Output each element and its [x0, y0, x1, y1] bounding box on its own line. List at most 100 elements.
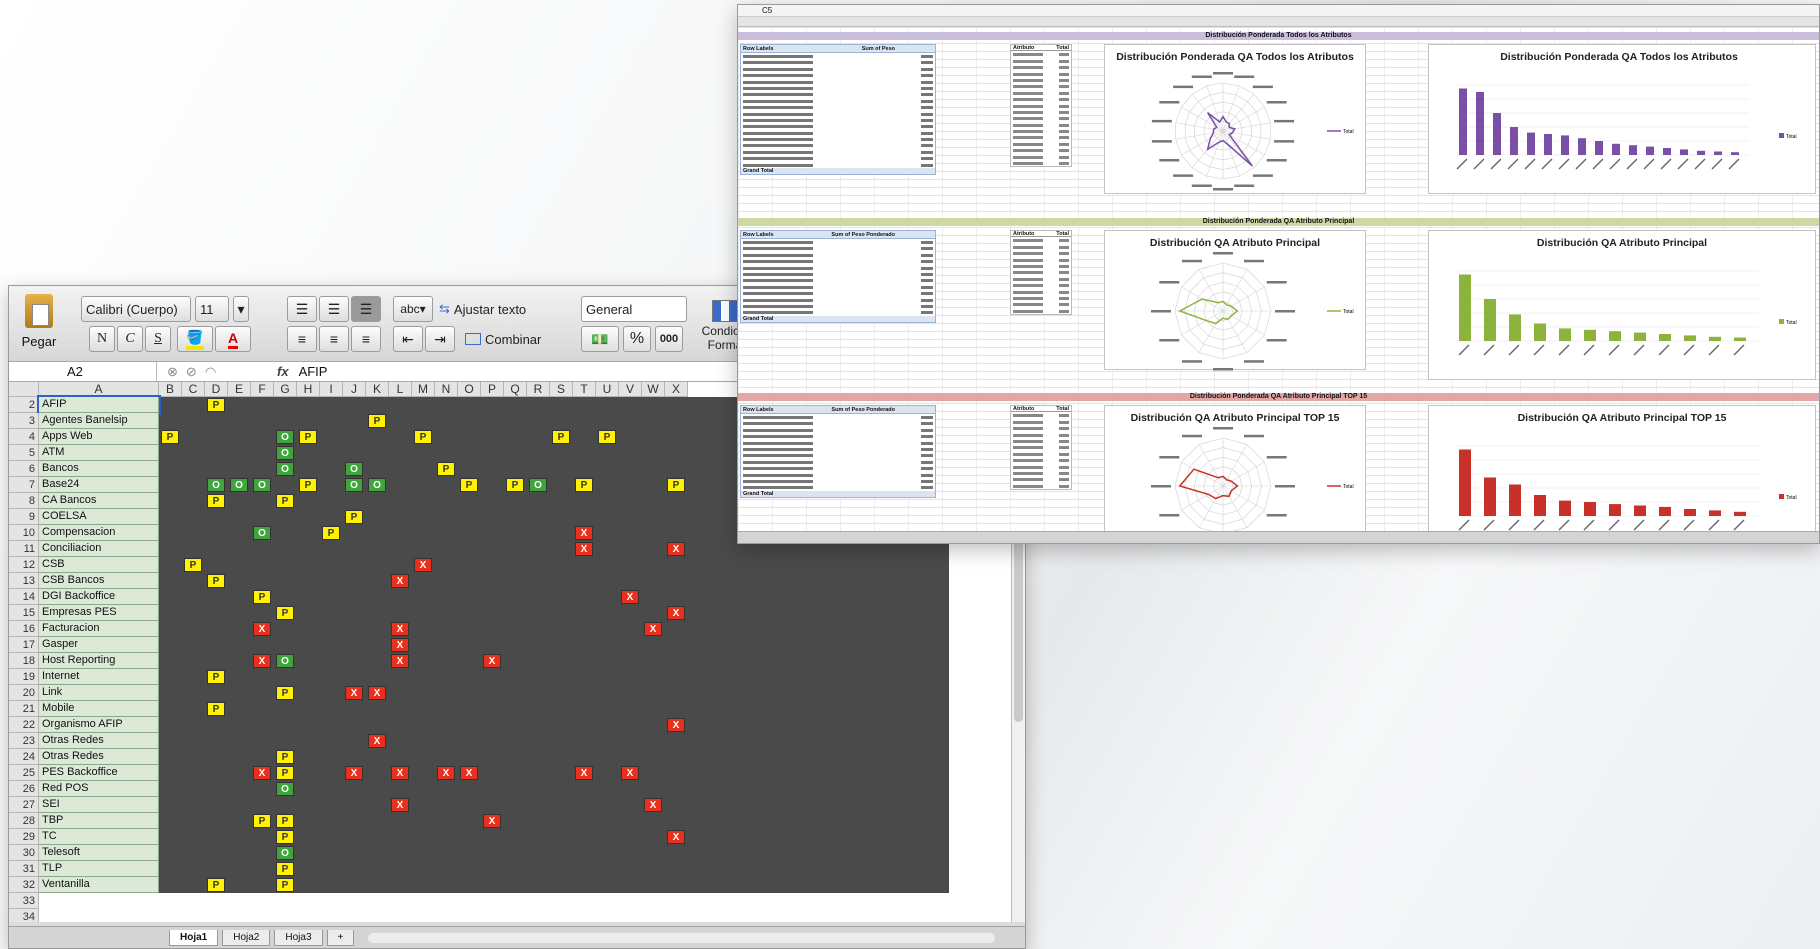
status-mark-cell[interactable]: X: [621, 766, 639, 780]
row-label-cell[interactable]: TC: [39, 829, 159, 845]
row-header[interactable]: 24: [9, 749, 39, 765]
status-mark-cell[interactable]: X: [368, 686, 386, 700]
row-header[interactable]: 19: [9, 669, 39, 685]
radar-chart[interactable]: Distribución QA Atributo Principal Total: [1104, 230, 1366, 371]
bar-chart[interactable]: Distribución QA Atributo Principal TOP 1…: [1428, 405, 1816, 543]
row-header[interactable]: 22: [9, 717, 39, 733]
row-label-cell[interactable]: ATM: [39, 445, 159, 461]
status-mark-cell[interactable]: P: [276, 814, 294, 828]
row-label-cell[interactable]: Internet: [39, 669, 159, 685]
column-header[interactable]: O: [458, 382, 481, 397]
row-header[interactable]: 26: [9, 781, 39, 797]
column-header[interactable]: G: [274, 382, 297, 397]
row-label-cell[interactable]: Empresas PES: [39, 605, 159, 621]
row-label-cell[interactable]: Compensacion: [39, 525, 159, 541]
row-header[interactable]: 32: [9, 877, 39, 893]
right-name-box[interactable]: C5: [762, 6, 772, 15]
column-header[interactable]: J: [343, 382, 366, 397]
status-mark-cell[interactable]: O: [345, 462, 363, 476]
row-label-cell[interactable]: Base24: [39, 477, 159, 493]
status-mark-cell[interactable]: X: [253, 766, 271, 780]
status-mark-cell[interactable]: P: [506, 478, 524, 492]
attribute-total-table[interactable]: Atributo Total: [1010, 44, 1072, 168]
status-mark-cell[interactable]: P: [276, 494, 294, 508]
formula-input[interactable]: AFIP: [299, 364, 328, 379]
align-middle-button[interactable]: ☰: [319, 296, 349, 322]
row-label-cell[interactable]: Link: [39, 685, 159, 701]
pivot-header[interactable]: Row Labels Sum of Peso Ponderado: [741, 231, 935, 239]
row-label-cell[interactable]: Agentes Banelsip: [39, 413, 159, 429]
row-header[interactable]: 25: [9, 765, 39, 781]
row-label-cell[interactable]: TBP: [39, 813, 159, 829]
status-mark-cell[interactable]: P: [207, 574, 225, 588]
row-label-cell[interactable]: Gasper: [39, 637, 159, 653]
column-header[interactable]: R: [527, 382, 550, 397]
merge-button[interactable]: Combinar: [465, 326, 575, 352]
row-header[interactable]: 5: [9, 445, 39, 461]
italic-button[interactable]: C: [117, 326, 143, 352]
status-mark-cell[interactable]: X: [253, 654, 271, 668]
status-mark-cell[interactable]: P: [276, 686, 294, 700]
row-header[interactable]: 6: [9, 461, 39, 477]
attribute-row[interactable]: [1011, 308, 1071, 314]
status-mark-cell[interactable]: P: [276, 750, 294, 764]
attribute-row[interactable]: [1011, 160, 1071, 166]
attribute-row[interactable]: [1011, 483, 1071, 489]
bold-button[interactable]: N: [89, 326, 115, 352]
status-mark-cell[interactable]: P: [276, 766, 294, 780]
add-sheet-button[interactable]: +: [326, 929, 355, 946]
row-header[interactable]: 8: [9, 493, 39, 509]
thousands-button[interactable]: 000: [655, 326, 683, 352]
status-mark-cell[interactable]: O: [368, 478, 386, 492]
align-center-button[interactable]: ≡: [319, 326, 349, 352]
status-mark-cell[interactable]: P: [345, 510, 363, 524]
status-mark-cell[interactable]: X: [391, 574, 409, 588]
number-format-select[interactable]: General: [581, 296, 687, 322]
confirm-icon[interactable]: ⊘: [186, 364, 197, 380]
status-mark-cell[interactable]: P: [207, 878, 225, 892]
sheet-tab-hoja3[interactable]: Hoja3: [274, 929, 323, 946]
sheet-tab-hoja1[interactable]: Hoja1: [169, 929, 219, 946]
status-mark-cell[interactable]: X: [575, 766, 593, 780]
select-all-corner[interactable]: [9, 382, 39, 397]
attribute-total-table[interactable]: Atributo Total: [1010, 230, 1072, 316]
row-header[interactable]: 16: [9, 621, 39, 637]
pivot-header[interactable]: Row Labels Sum of Peso Ponderado: [741, 406, 935, 414]
column-header[interactable]: F: [251, 382, 274, 397]
column-header[interactable]: E: [228, 382, 251, 397]
decrease-indent-button[interactable]: ⇤: [393, 326, 423, 352]
row-header[interactable]: 17: [9, 637, 39, 653]
status-mark-cell[interactable]: O: [345, 478, 363, 492]
name-box[interactable]: A2: [9, 362, 157, 381]
wrap-text-button[interactable]: ⇆ Ajustar texto: [439, 296, 563, 322]
font-name-select[interactable]: Calibri (Cuerpo): [81, 296, 191, 322]
row-header[interactable]: 12: [9, 557, 39, 573]
status-mark-cell[interactable]: X: [391, 766, 409, 780]
increase-indent-button[interactable]: ⇥: [425, 326, 455, 352]
status-mark-cell[interactable]: O: [529, 478, 547, 492]
status-mark-cell[interactable]: X: [644, 798, 662, 812]
status-mark-cell[interactable]: X: [575, 526, 593, 540]
row-header[interactable]: 4: [9, 429, 39, 445]
status-mark-cell[interactable]: X: [391, 654, 409, 668]
row-label-cell[interactable]: Mobile: [39, 701, 159, 717]
column-header[interactable]: H: [297, 382, 320, 397]
row-header[interactable]: 14: [9, 589, 39, 605]
status-mark-cell[interactable]: X: [437, 766, 455, 780]
row-label-cell[interactable]: Otras Redes: [39, 733, 159, 749]
row-header[interactable]: 3: [9, 413, 39, 429]
status-mark-cell[interactable]: X: [667, 718, 685, 732]
status-mark-cell[interactable]: P: [667, 478, 685, 492]
status-mark-cell[interactable]: P: [207, 398, 225, 412]
status-mark-cell[interactable]: O: [207, 478, 225, 492]
status-mark-cell[interactable]: P: [575, 478, 593, 492]
function-dropdown-icon[interactable]: ◠: [205, 364, 216, 380]
column-header[interactable]: S: [550, 382, 573, 397]
paste-button[interactable]: Pegar: [19, 294, 59, 354]
status-mark-cell[interactable]: O: [276, 446, 294, 460]
status-mark-cell[interactable]: P: [276, 830, 294, 844]
row-label-cell[interactable]: Red POS: [39, 781, 159, 797]
font-size-select[interactable]: 11: [195, 296, 229, 322]
column-header[interactable]: U: [596, 382, 619, 397]
status-mark-cell[interactable]: O: [276, 846, 294, 860]
